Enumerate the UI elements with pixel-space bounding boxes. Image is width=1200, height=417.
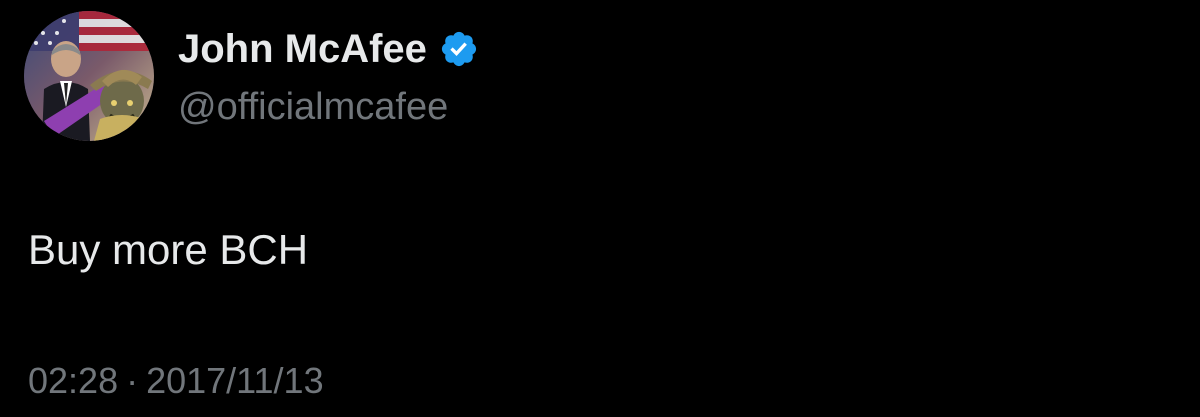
avatar-image bbox=[24, 11, 154, 141]
tweet-time: 02:28 bbox=[28, 360, 119, 401]
tweet-timestamp[interactable]: 02:28 · 2017/11/13 bbox=[28, 356, 324, 406]
author-name-row: John McAfee bbox=[178, 24, 479, 74]
verified-badge-icon[interactable] bbox=[439, 29, 479, 69]
tweet-text: Buy more BCH bbox=[28, 226, 309, 273]
avatar[interactable] bbox=[24, 11, 154, 141]
author-display-name[interactable]: John McAfee bbox=[178, 24, 427, 74]
author-handle[interactable]: @officialmcafee bbox=[178, 82, 448, 132]
tweet-date: 2017/11/13 bbox=[146, 360, 324, 401]
tweet-card: John McAfee @officialmcafee Buy more BCH… bbox=[0, 0, 1200, 417]
meta-separator: · bbox=[126, 360, 139, 401]
